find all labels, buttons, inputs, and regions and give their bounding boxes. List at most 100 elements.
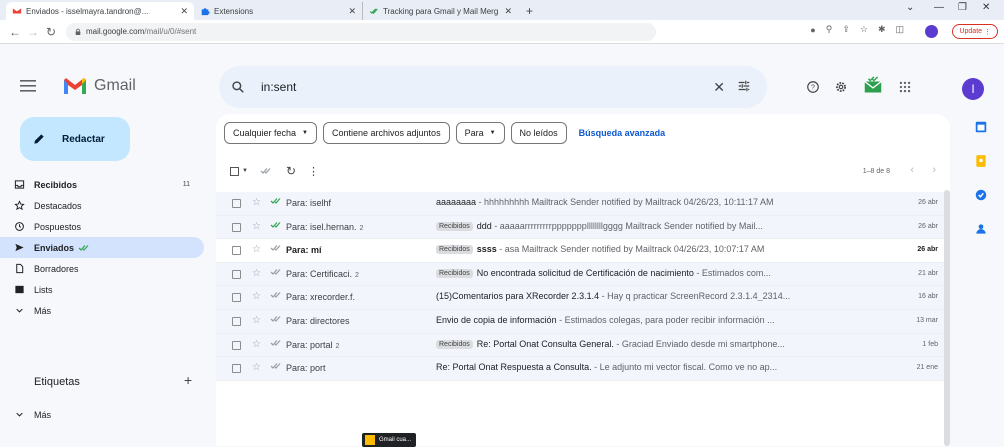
bookmark-star-icon[interactable]: ☆ [860, 24, 868, 35]
mailtrack-check-icon[interactable] [260, 167, 274, 175]
mailtrack-check-icon[interactable] [270, 197, 284, 205]
compose-button[interactable]: Redactar [20, 117, 130, 161]
row-checkbox[interactable] [232, 364, 241, 374]
search-bar[interactable]: in:sent ✕ [219, 66, 767, 108]
filter-chip-to[interactable]: Para ▼ [455, 122, 505, 144]
sidebar-item-snoozed[interactable]: Pospuestos [0, 216, 204, 237]
filter-chip-unread[interactable]: No leídos [510, 122, 567, 144]
more-vert-icon[interactable]: ⋮ [308, 165, 319, 178]
sidebar-item-starred[interactable]: Destacados [0, 195, 204, 216]
row-checkbox[interactable] [232, 269, 241, 279]
select-all-checkbox[interactable]: ▼ [230, 166, 248, 176]
search-filter-chips: Cualquier fecha ▼ Contiene archivos adjun… [224, 122, 665, 144]
address-bar[interactable]: mail.google.com/mail/u/0/#sent [66, 22, 656, 41]
row-checkbox[interactable] [232, 199, 241, 208]
mailtrack-icon[interactable] [862, 76, 884, 98]
row-checkbox[interactable] [232, 340, 241, 350]
back-arrow-icon[interactable]: ← [6, 25, 24, 39]
label-badge[interactable]: Recibidos [436, 245, 473, 255]
contacts-icon[interactable] [974, 222, 988, 236]
tasks-icon[interactable] [974, 188, 988, 202]
browser-tab-tracking[interactable]: Tracking para Gmail y Mail Merg ✕ [362, 2, 518, 20]
advanced-search-link[interactable]: Búsqueda avanzada [579, 128, 666, 138]
mailtrack-check-icon[interactable] [270, 244, 284, 252]
sidebar-item-more[interactable]: Más [0, 300, 204, 321]
chevron-left-icon[interactable]: ‹ [910, 164, 914, 176]
search-input[interactable]: in:sent [261, 80, 296, 94]
star-icon[interactable]: ☆ [252, 315, 261, 326]
restore-icon[interactable]: ❐ [958, 2, 967, 13]
star-icon[interactable]: ☆ [252, 362, 261, 373]
apps-grid-icon[interactable] [898, 80, 912, 94]
mailtrack-check-icon[interactable] [270, 362, 284, 370]
email-row[interactable]: ☆ Para: portal 2 Recibidos Re: Portal Onat C… [216, 333, 950, 358]
zoom-icon[interactable]: ⚲ [826, 24, 833, 35]
main-menu-icon[interactable] [20, 80, 36, 92]
browser-tab-gmail[interactable]: Enviados - isselmayra.tandron@... ✕ [6, 2, 194, 20]
browser-tab-extensions[interactable]: Extensions ✕ [194, 2, 362, 20]
forward-arrow-icon[interactable]: → [24, 25, 42, 39]
pagination-label: 1–8 de 8 [862, 168, 890, 175]
settings-gear-icon[interactable] [834, 80, 848, 94]
chevron-right-icon[interactable]: › [932, 164, 936, 176]
star-icon[interactable]: ☆ [252, 339, 261, 350]
row-checkbox[interactable] [232, 293, 241, 303]
mailtrack-check-icon[interactable] [270, 339, 284, 347]
update-button[interactable]: Update ⋮ [952, 24, 998, 39]
label-badge[interactable]: Recibidos [436, 268, 473, 278]
location-icon[interactable]: ● [810, 25, 815, 35]
extensions-icon[interactable]: ✱ [878, 24, 886, 35]
search-icon[interactable] [231, 80, 245, 94]
mailtrack-check-icon[interactable] [270, 268, 284, 276]
email-row[interactable]: ☆ Para: Certificaci. 2 Recibidos No encontra… [216, 262, 950, 287]
account-avatar[interactable]: I [962, 78, 984, 100]
labels-more[interactable]: Más [0, 404, 204, 425]
gmail-logo[interactable]: Gmail [62, 76, 136, 96]
label-badge[interactable]: Recibidos [436, 221, 473, 231]
profile-avatar[interactable] [925, 25, 938, 38]
mailtrack-check-icon[interactable] [270, 315, 284, 323]
tab-close-icon[interactable]: ✕ [180, 6, 188, 17]
add-label-icon[interactable]: + [184, 372, 192, 388]
email-row[interactable]: ☆ Para: isel.hernan. 2 Recibidos ddd - aaaaa… [216, 215, 950, 240]
scrollbar[interactable] [944, 190, 950, 446]
search-options-icon[interactable] [737, 79, 751, 93]
email-row[interactable]: ☆ Para: xrecorder.f. (15)Comentarios para … [216, 286, 950, 310]
minimize-icon[interactable]: — [934, 2, 944, 13]
help-icon[interactable]: ? [806, 80, 820, 94]
filter-chip-date[interactable]: Cualquier fecha ▼ [224, 122, 317, 144]
close-window-icon[interactable]: ✕ [982, 2, 990, 13]
sidebar-item-inbox[interactable]: Recibidos 11 [0, 174, 204, 195]
mailtrack-check-icon[interactable] [270, 291, 284, 299]
star-icon[interactable]: ☆ [252, 221, 261, 232]
tab-close-icon[interactable]: ✕ [504, 6, 512, 17]
email-row[interactable]: ☆ Para: port Re: Portal Onat Respuesta a C… [216, 357, 950, 381]
label-badge[interactable]: Recibidos [436, 339, 473, 349]
tab-search-chevron-icon[interactable]: ⌄ [906, 2, 914, 13]
sidebar-item-drafts[interactable]: Borradores [0, 258, 204, 279]
reload-icon[interactable]: ↻ [42, 25, 60, 39]
sidebar-item-lists[interactable]: Lists [0, 279, 204, 300]
star-icon[interactable]: ☆ [252, 291, 261, 302]
keep-icon[interactable] [974, 154, 988, 168]
new-tab-button[interactable]: + [518, 2, 541, 20]
mailtrack-check-icon[interactable] [270, 221, 284, 229]
email-row[interactable]: ☆ Para: directores Envio de copia de infor… [216, 309, 950, 334]
row-checkbox[interactable] [232, 222, 241, 232]
star-icon[interactable]: ☆ [252, 268, 261, 279]
share-icon[interactable]: ⇪ [842, 24, 850, 35]
refresh-icon[interactable]: ↻ [286, 164, 296, 178]
row-checkbox[interactable] [232, 316, 241, 326]
star-icon[interactable]: ☆ [252, 244, 261, 255]
star-icon[interactable]: ☆ [252, 197, 261, 208]
row-checkbox[interactable] [232, 246, 241, 256]
sidebar-item-sent[interactable]: Enviados [0, 237, 204, 258]
clear-search-icon[interactable]: ✕ [713, 79, 725, 96]
email-row[interactable]: ☆ Para: iselhf aaaaaaaa - hhhhhhhhh Mailtr… [216, 192, 950, 216]
tab-close-icon[interactable]: ✕ [348, 6, 356, 17]
sidepanel-icon[interactable]: ◫ [895, 24, 904, 35]
filter-chip-attachments[interactable]: Contiene archivos adjuntos [323, 122, 450, 144]
email-row[interactable]: ☆ Para: mí Recibidos ssss - asa Mailtrack S… [216, 239, 950, 263]
calendar-icon[interactable] [974, 120, 988, 134]
email-recipient: Para: iselhf [286, 198, 426, 208]
